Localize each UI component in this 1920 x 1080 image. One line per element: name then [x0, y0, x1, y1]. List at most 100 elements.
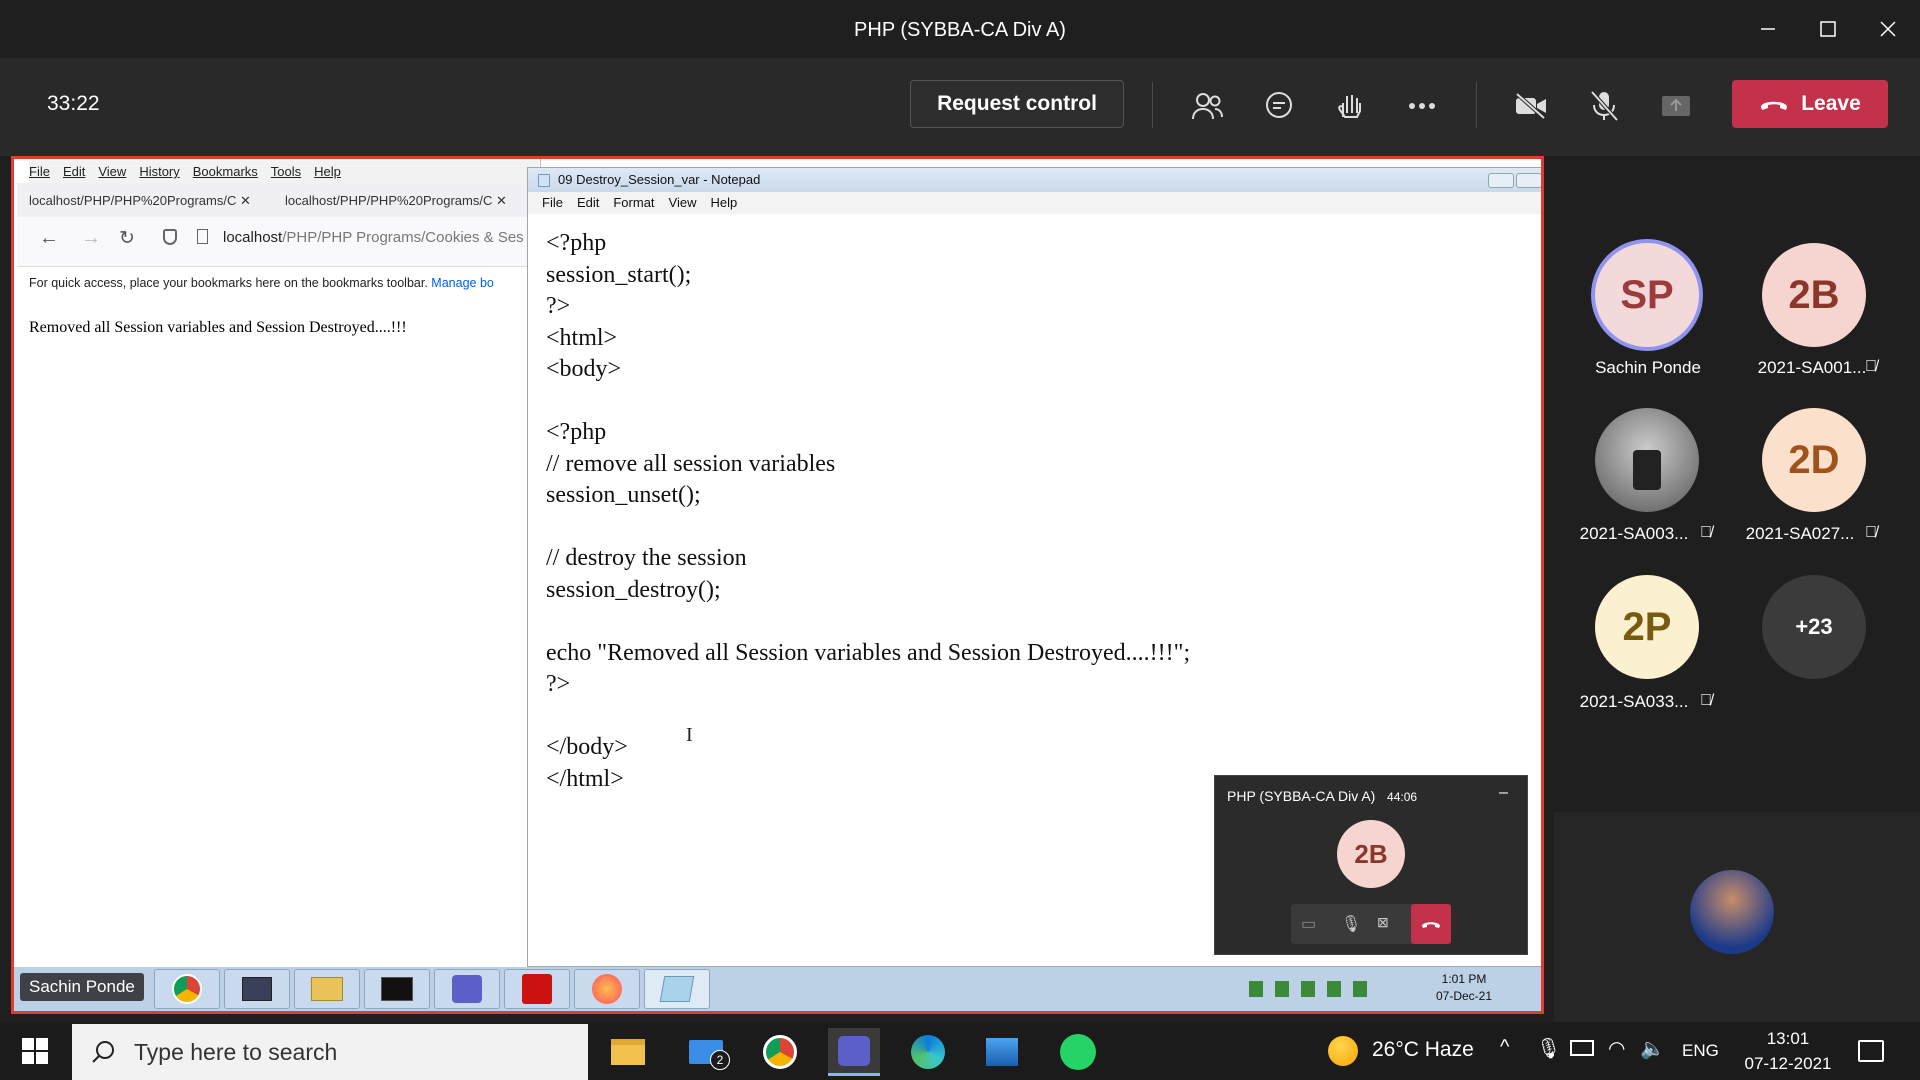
file-explorer-icon[interactable] [602, 1028, 654, 1076]
browser-tab[interactable]: localhost/PHP/PHP%20Programs/C ✕ [29, 193, 269, 209]
more-count: +23 [1795, 614, 1833, 639]
mic-tray-icon[interactable]: 🎙 [1536, 1036, 1561, 1061]
share-tray-icon[interactable] [1654, 84, 1698, 128]
more-participants-button[interactable]: +23 [1762, 575, 1866, 679]
acrobat-icon[interactable] [504, 969, 570, 1009]
np-menu-format[interactable]: Format [613, 195, 654, 210]
forward-icon[interactable]: → [81, 227, 101, 250]
close-tab-icon[interactable]: ✕ [496, 193, 507, 208]
notepad-text-area[interactable]: <?php session_start(); ?> <html> <body> … [546, 228, 1190, 795]
tab-title: localhost/PHP/PHP%20Programs/C [29, 193, 237, 208]
weather-text[interactable]: 26°C Haze [1372, 1038, 1474, 1062]
leave-button[interactable]: Leave [1732, 80, 1888, 128]
chrome-taskbar-icon[interactable] [754, 1028, 806, 1076]
window-title: PHP (SYBBA-CA Div A) [854, 19, 1066, 41]
page-content-text: Removed all Session variables and Sessio… [29, 319, 407, 336]
folder-icon[interactable] [294, 969, 360, 1009]
mini-call-time: 44:06 [1387, 790, 1418, 804]
menu-edit[interactable]: Edit [63, 164, 85, 179]
menu-view[interactable]: View [98, 164, 126, 179]
back-icon[interactable]: ← [39, 227, 59, 250]
notepad-minimize-button[interactable] [1488, 173, 1514, 188]
avatar-initials: 2P [1622, 604, 1672, 649]
url-bar[interactable]: localhost/PHP/PHP Programs/Cookies & Ses [223, 229, 524, 246]
menu-tools[interactable]: Tools [271, 164, 301, 179]
window-title-bar: PHP (SYBBA-CA Div A) [0, 0, 1920, 58]
shield-icon[interactable] [163, 229, 177, 245]
tray-chevron-icon[interactable]: ^ [1500, 1036, 1509, 1059]
sql-icon[interactable] [224, 969, 290, 1009]
mini-mic-icon[interactable]: 🎙 [1341, 914, 1361, 934]
close-tab-icon[interactable]: ✕ [240, 193, 251, 208]
participant-avatar-photo[interactable] [1595, 408, 1699, 512]
notepad-title-bar: 09 Destroy_Session_var - Notepad [528, 168, 1541, 192]
mic-off-icon[interactable] [1582, 84, 1626, 128]
notepad-app-icon [538, 174, 550, 187]
text-cursor-icon: I [686, 724, 693, 746]
teams-taskbar-icon[interactable] [828, 1028, 880, 1076]
np-menu-view[interactable]: View [669, 195, 697, 210]
firefox-window: File Edit View History Bookmarks Tools Help lo… [17, 159, 541, 967]
close-button[interactable] [1860, 0, 1916, 58]
volume-icon[interactable]: 🔈 [1640, 1036, 1665, 1061]
system-clock[interactable]: 13:01 07-12-2021 [1728, 1026, 1848, 1076]
reload-icon[interactable]: ↻ [119, 227, 135, 250]
notepad-taskbar-icon[interactable] [644, 969, 710, 1009]
battery-icon[interactable] [1570, 1040, 1594, 1056]
browser-tab[interactable]: localhost/PHP/PHP%20Programs/C ✕ [285, 193, 525, 209]
menu-file[interactable]: File [29, 164, 50, 179]
presenter-name-tag: Sachin Ponde [20, 973, 144, 1001]
np-menu-edit[interactable]: Edit [577, 195, 599, 210]
language-indicator[interactable]: ENG [1682, 1041, 1719, 1061]
url-host: localhost [223, 229, 283, 246]
np-menu-file[interactable]: File [542, 195, 563, 210]
menu-help[interactable]: Help [314, 164, 341, 179]
participant-avatar-2d[interactable]: 2D [1762, 408, 1866, 512]
taskbar-search[interactable]: Type here to search [72, 1024, 588, 1080]
avatar-initials: 2D [1788, 437, 1840, 482]
people-icon[interactable] [1185, 84, 1229, 128]
notifications-icon[interactable] [1858, 1040, 1884, 1062]
raise-hand-icon[interactable] [1328, 84, 1372, 128]
weather-icon[interactable] [1328, 1036, 1358, 1066]
manage-bookmarks-link[interactable]: Manage bo [431, 276, 494, 290]
chrome-icon[interactable] [154, 969, 220, 1009]
more-options-icon[interactable] [1400, 84, 1444, 128]
participant-avatar-2b[interactable]: 2B [1762, 243, 1866, 347]
camera-off-icon[interactable] [1509, 84, 1553, 128]
participant-avatar-sp[interactable]: SP [1595, 243, 1699, 347]
np-menu-help[interactable]: Help [710, 195, 737, 210]
self-avatar[interactable] [1690, 870, 1774, 954]
bookmarks-toolbar: For quick access, place your bookmarks h… [29, 276, 494, 290]
menu-history[interactable]: History [139, 164, 179, 179]
mini-call-name: PHP (SYBBA-CA Div A) [1227, 788, 1376, 804]
mini-share-icon[interactable]: ⊠ [1377, 914, 1389, 931]
minimize-button[interactable] [1740, 0, 1796, 58]
menu-bookmarks[interactable]: Bookmarks [193, 164, 258, 179]
whatsapp-icon[interactable] [1052, 1028, 1104, 1076]
notepad-title: 09 Destroy_Session_var - Notepad [558, 172, 761, 187]
wifi-icon[interactable]: ◠ [1608, 1036, 1625, 1061]
request-control-button[interactable]: Request control [910, 80, 1124, 128]
participant-avatar-2p[interactable]: 2P [1595, 575, 1699, 679]
bookmarks-message: For quick access, place your bookmarks h… [29, 276, 428, 290]
photos-icon[interactable] [976, 1028, 1028, 1076]
edge-icon[interactable] [902, 1028, 954, 1076]
page-icon [197, 229, 208, 244]
maximize-button[interactable] [1800, 0, 1856, 58]
mail-icon[interactable]: 2 [680, 1028, 732, 1076]
mini-hangup-icon[interactable] [1411, 904, 1451, 944]
notepad-restore-button[interactable] [1516, 173, 1541, 188]
phone-hangup-icon [1761, 101, 1788, 110]
mail-badge: 2 [710, 1050, 730, 1070]
windows-start-icon[interactable] [22, 1038, 48, 1069]
mini-minimize-icon[interactable]: – [1499, 784, 1508, 802]
mini-camera-icon[interactable]: ▭ [1301, 914, 1316, 934]
browser-menu-bar: File Edit View History Bookmarks Tools Help [29, 161, 539, 183]
firefox-icon[interactable] [574, 969, 640, 1009]
chat-icon[interactable] [1257, 84, 1301, 128]
teams-icon[interactable] [434, 969, 500, 1009]
mini-call-window: PHP (SYBBA-CA Div A) 44:06 – 2B ▭ 🎙 ⊠ [1214, 775, 1528, 955]
cmd-icon[interactable] [364, 969, 430, 1009]
screen-share: File Edit View History Bookmarks Tools Help lo… [11, 156, 1544, 1014]
